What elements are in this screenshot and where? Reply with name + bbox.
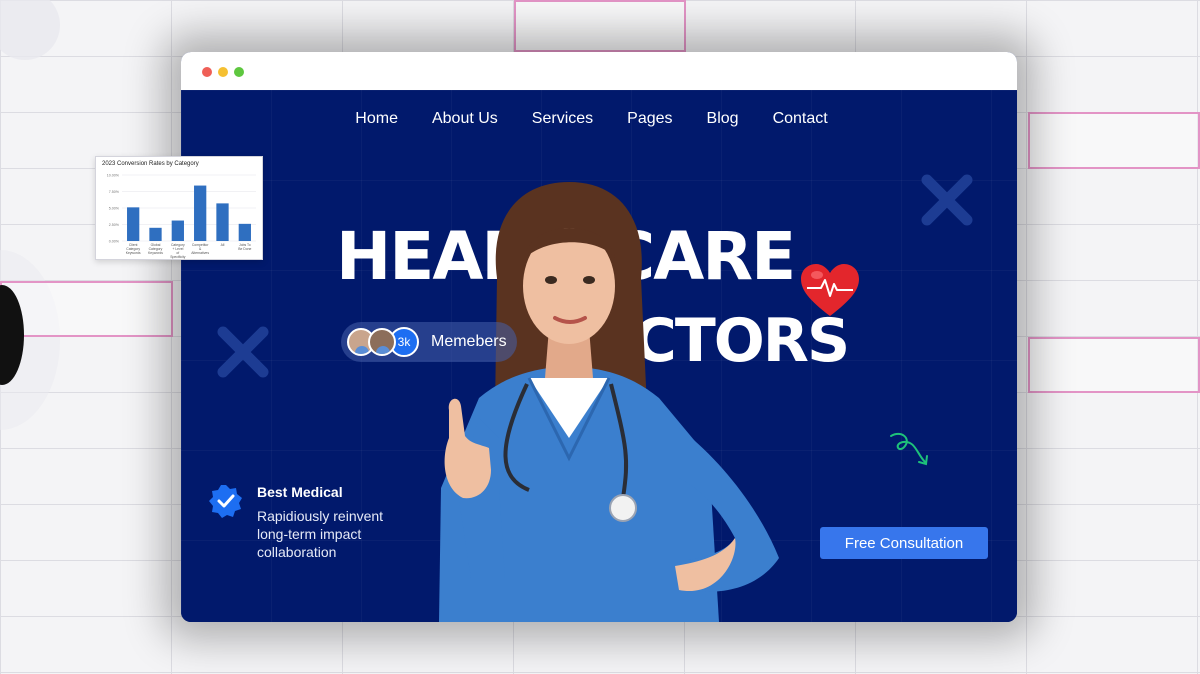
window-titlebar (181, 52, 1017, 90)
chart-x-tick-label: Competitor & Alternatives (191, 243, 209, 255)
chart-y-tick-label: 10.00% (107, 174, 120, 178)
nav-blog[interactable]: Blog (707, 110, 739, 128)
background-pink-box (1028, 337, 1200, 393)
background-pink-box (514, 0, 686, 52)
chart-x-tick-label: Jobs To Be Done (238, 243, 251, 251)
members-label: Memebers (431, 333, 507, 350)
conversion-chart-card: 2023 Conversion Rates by Category 10.00%… (95, 156, 263, 260)
chart-x-tick-label: Category + Level of Specificity (170, 243, 186, 259)
maximize-window-button[interactable] (234, 67, 244, 77)
close-window-button[interactable] (202, 67, 212, 77)
chart-x-tick-label: All (221, 243, 225, 247)
hero-section: Home About Us Services Pages Blog Contac… (181, 90, 1017, 622)
chart-bar (127, 207, 140, 241)
chart-y-tick-label: 2.50% (109, 223, 120, 227)
bar-chart: 10.00% 7.50% 5.00% 2.50% 0.00% Client Category… (107, 174, 256, 259)
members-pill[interactable]: 3k Memebers (341, 322, 517, 362)
chart-x-tick-label: Client Category Keywords (126, 243, 141, 255)
cross-decoration-icon (921, 174, 973, 226)
background-pink-box (1028, 112, 1200, 169)
main-nav: Home About Us Services Pages Blog Contac… (181, 110, 1017, 128)
chart-bar (216, 203, 229, 241)
minimize-window-button[interactable] (218, 67, 228, 77)
chart-bar (238, 223, 251, 241)
verified-badge-icon (209, 485, 242, 518)
nav-contact[interactable]: Contact (773, 110, 828, 128)
member-avatar (368, 328, 396, 356)
chart-y-tick-label: 5.00% (109, 207, 120, 211)
chart-x-tick-label: Global Category Keywords (148, 243, 163, 255)
doctor-illustration (439, 182, 779, 622)
nav-pages[interactable]: Pages (627, 110, 672, 128)
chart-bar (194, 185, 207, 241)
feature-title: Best Medical (257, 484, 343, 500)
chart-bar (149, 227, 162, 241)
nav-about-us[interactable]: About Us (432, 110, 498, 128)
feature-description: Rapidiously reinvent long-term impact co… (257, 508, 384, 560)
squiggle-arrow-icon (890, 432, 928, 466)
free-consultation-button[interactable]: Free Consultation (820, 527, 988, 559)
browser-window: Home About Us Services Pages Blog Contac… (181, 52, 1017, 622)
background-pink-box (0, 281, 173, 337)
nav-home[interactable]: Home (355, 110, 398, 128)
chart-bar (171, 220, 184, 241)
chart-y-tick-label: 7.50% (109, 190, 120, 194)
nav-services[interactable]: Services (532, 110, 593, 128)
chart-y-tick-label: 0.00% (109, 240, 120, 244)
best-medical-feature: Best Medical Rapidiously reinvent long-t… (209, 480, 407, 561)
cross-decoration-icon (217, 326, 269, 378)
